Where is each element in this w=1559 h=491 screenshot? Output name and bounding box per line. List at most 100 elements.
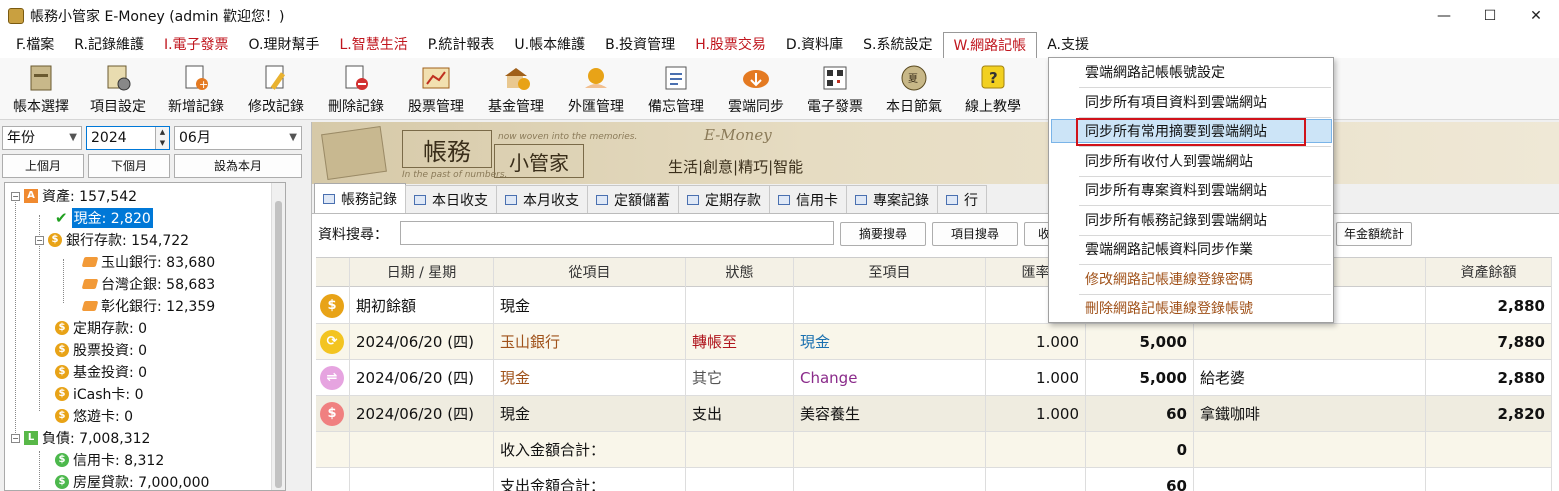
tree-node-credit[interactable]: $ 信用卡: 8,312	[55, 449, 164, 471]
tree-node-easycard[interactable]: $ 悠遊卡: 0	[55, 405, 133, 427]
menu-item-9[interactable]: D.資料庫	[776, 32, 853, 58]
tree-node-liabilities[interactable]: − L 負債: 7,008,312	[11, 427, 150, 449]
spin-arrows-icon[interactable]: ▲ ▼	[155, 127, 169, 149]
menu-item-7[interactable]: B.投資管理	[595, 32, 685, 58]
tab-3[interactable]: 定額儲蓄	[587, 185, 679, 213]
cell-rate: 1.000	[986, 396, 1086, 432]
tab-0[interactable]: 帳務記錄	[314, 183, 406, 213]
item-settings-icon	[102, 63, 134, 93]
menu-item-10[interactable]: S.系統設定	[853, 32, 942, 58]
menu-item-0[interactable]: F.檔案	[6, 32, 64, 58]
menu-item-4[interactable]: L.智慧生活	[329, 32, 417, 58]
tree-node-assets[interactable]: − A 資產: 157,542	[11, 185, 137, 207]
menu-item-11[interactable]: W.網路記帳	[942, 31, 1038, 59]
toolbar-button-6[interactable]: 基金管理	[476, 58, 556, 120]
menu-item-8[interactable]: H.股票交易	[685, 32, 776, 58]
period-type-select[interactable]: 年份 ▼	[2, 126, 82, 150]
menu-item-1[interactable]: R.記錄維護	[64, 32, 154, 58]
cell-amount: 0	[1086, 432, 1194, 468]
svg-text:夏: 夏	[908, 73, 918, 85]
set-current-month-button[interactable]: 設為本月	[174, 154, 302, 178]
menu-option-1[interactable]: 同步所有項目資料到雲端網站	[1085, 89, 1267, 117]
next-month-button[interactable]: 下個月	[88, 154, 170, 178]
menu-item-12[interactable]: A.支援	[1037, 32, 1099, 58]
collapse-icon[interactable]: −	[35, 235, 44, 245]
header-status[interactable]: 狀態	[686, 258, 794, 288]
tab-4[interactable]: 定期存款	[678, 185, 770, 213]
tree-node-icash[interactable]: $ iCash卡: 0	[55, 383, 144, 405]
menu-item-6[interactable]: U.帳本維護	[504, 32, 595, 58]
toolbar-button-5[interactable]: 股票管理	[396, 58, 476, 120]
table-icon	[778, 194, 790, 205]
tab-6[interactable]: 專案記錄	[846, 185, 938, 213]
scroll-thumb[interactable]	[275, 201, 282, 488]
tree-node-stock[interactable]: $ 股票投資: 0	[55, 339, 147, 361]
tree-node-bank1[interactable]: 玉山銀行: 83,680	[81, 251, 215, 273]
tree-label: 現金: 2,820	[71, 208, 153, 228]
tree-node-cash[interactable]: ✔ 現金: 2,820	[55, 207, 153, 229]
minimize-icon[interactable]: —	[1421, 0, 1467, 32]
table-row[interactable]: $2024/06/20 (四) 現金 支出 美容養生 1.000 60 拿鐵咖啡 2,820	[316, 396, 1552, 432]
menu-item-3[interactable]: O.理財幫手	[239, 32, 330, 58]
table-row[interactable]: ⇌ 2024/06/20 (四) 現金 其它 Change 1.000 5,000 給老婆 2,…	[316, 360, 1552, 396]
svg-text:?: ?	[989, 69, 998, 87]
search-input[interactable]	[400, 221, 834, 245]
menu-option-5[interactable]: 同步所有帳務記錄到雲端網站	[1085, 207, 1267, 235]
transfer-icon: ⟳	[320, 330, 344, 354]
cell-memo	[1194, 468, 1426, 491]
tree-node-fixed[interactable]: $ 定期存款: 0	[55, 317, 147, 339]
menu-option-0[interactable]: 雲端網路記帳帳號設定	[1085, 59, 1225, 87]
header-balance[interactable]: 資產餘額	[1426, 258, 1552, 288]
menu-option-8[interactable]: 刪除網路記帳連線登錄帳號	[1085, 295, 1253, 323]
toolbar-button-11[interactable]: 夏本日節氣	[874, 58, 954, 120]
menu-option-3[interactable]: 同步所有收付人到雲端網站	[1085, 148, 1253, 176]
toolbar-button-10[interactable]: 電子發票	[796, 58, 874, 120]
maximize-icon[interactable]: ☐	[1467, 0, 1513, 32]
menu-option-4[interactable]: 同步所有專案資料到雲端網站	[1085, 177, 1267, 205]
toolbar-button-4[interactable]: 刪除記錄	[316, 58, 396, 120]
table-row[interactable]: 支出金額合計： 60	[316, 468, 1552, 491]
toolbar-button-2[interactable]: + 新增記錄	[156, 58, 236, 120]
menu-item-2[interactable]: I.電子發票	[154, 32, 239, 58]
menu-option-2[interactable]: 同步所有常用摘要到雲端網站	[1085, 118, 1267, 146]
tree-scrollbar[interactable]	[271, 183, 285, 490]
tab-7[interactable]: 行	[937, 185, 987, 213]
toolbar-button-12[interactable]: ? 線上教學	[954, 58, 1032, 120]
header-to[interactable]: 至項目	[794, 258, 986, 288]
year-spinner[interactable]: 2024 ▲ ▼	[86, 126, 170, 150]
collapse-icon[interactable]: −	[11, 433, 20, 443]
tree-label: iCash卡: 0	[73, 387, 144, 403]
toolbar-button-3[interactable]: 修改記錄	[236, 58, 316, 120]
tree-node-mortgage[interactable]: $ 房屋貸款: 7,000,000	[55, 471, 209, 490]
toolbar-button-8[interactable]: 備忘管理	[636, 58, 716, 120]
tab-1[interactable]: 本日收支	[405, 185, 497, 213]
toolbar-button-9[interactable]: 雲端同步	[716, 58, 796, 120]
tab-2[interactable]: 本月收支	[496, 185, 588, 213]
menu-option-7[interactable]: 修改網路記帳連線登錄密碼	[1085, 266, 1253, 294]
tab-label: 帳務記錄	[341, 191, 397, 208]
collapse-icon[interactable]: −	[11, 191, 20, 201]
close-icon[interactable]: ✕	[1513, 0, 1559, 32]
tree-node-bank3[interactable]: 彰化銀行: 12,359	[81, 295, 215, 317]
cell-balance	[1426, 432, 1552, 468]
table-row[interactable]: 收入金額合計： 0	[316, 432, 1552, 468]
toolbar-button-7[interactable]: 外匯管理	[556, 58, 636, 120]
month-select[interactable]: 06月 ▼	[174, 126, 302, 150]
year-total-button[interactable]: 年金額統計	[1336, 222, 1412, 246]
menu-option-6[interactable]: 雲端網路記帳資料同步作業	[1085, 236, 1253, 264]
toolbar-button-0[interactable]: 帳本選擇	[2, 58, 80, 120]
tree-node-fund[interactable]: $ 基金投資: 0	[55, 361, 147, 383]
toolbar-button-1[interactable]: 項目設定	[80, 58, 156, 120]
prev-month-button[interactable]: 上個月	[2, 154, 84, 178]
cloud-sync-icon	[740, 63, 772, 93]
table-row[interactable]: $ 期初餘額 現金 2,880	[316, 288, 1552, 324]
item-search-button[interactable]: 項目搜尋	[932, 222, 1018, 246]
tree-node-bank2[interactable]: 台灣企銀: 58,683	[81, 273, 215, 295]
menu-item-5[interactable]: P.統計報表	[418, 32, 505, 58]
table-row[interactable]: ⟳ 2024/06/20 (四) 玉山銀行 轉帳至 現金 1.000 5,000 7,880	[316, 324, 1552, 360]
summary-search-button[interactable]: 摘要搜尋	[840, 222, 926, 246]
tree-node-bank[interactable]: − $ 銀行存款: 154,722	[35, 229, 189, 251]
header-from[interactable]: 從項目	[494, 258, 686, 288]
tab-5[interactable]: 信用卡	[769, 185, 847, 213]
header-date[interactable]: 日期 / 星期	[350, 258, 494, 288]
